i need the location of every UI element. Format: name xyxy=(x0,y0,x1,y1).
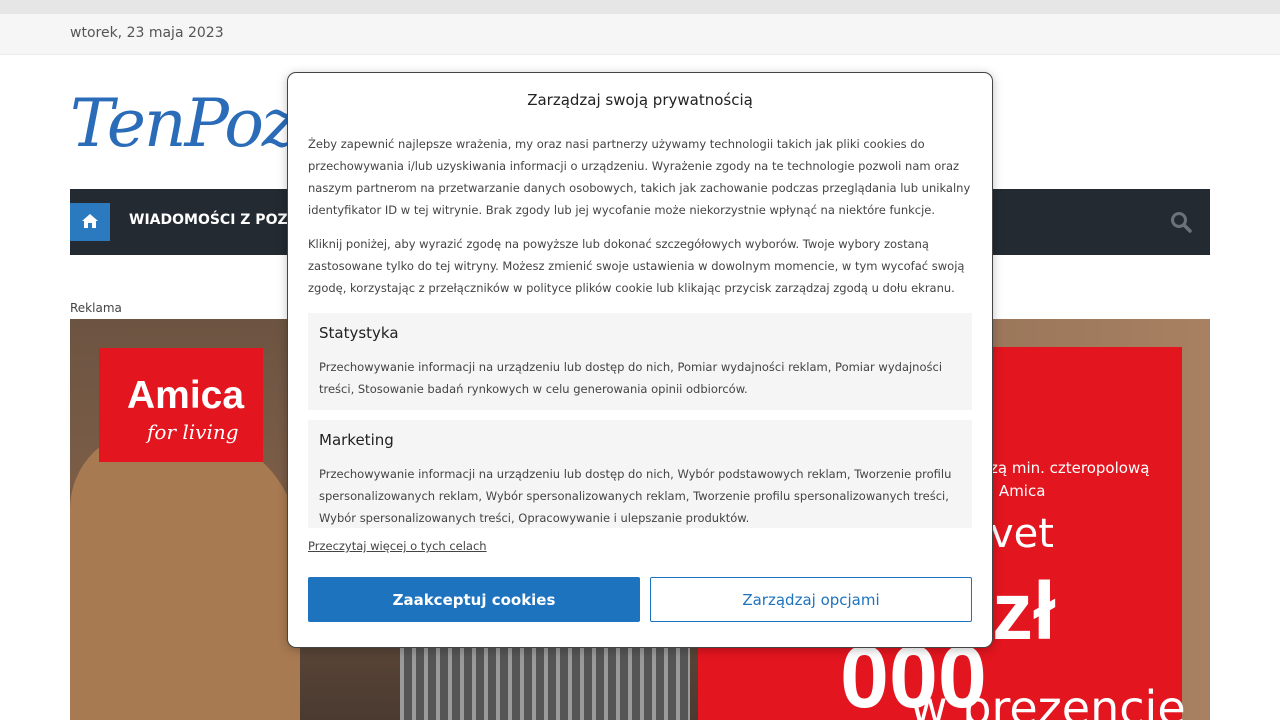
dialog-title: Zarządzaj swoją prywatnością xyxy=(527,91,753,109)
amica-brand: Amica xyxy=(127,374,245,417)
date-bar: wtorek, 23 maja 2023 xyxy=(0,14,1280,55)
consent-instructions-text: Kliknij poniżej, aby wyrazić zgodę na po… xyxy=(308,237,965,295)
ad-person-image xyxy=(70,429,300,720)
ad-promo-line: w prezencie xyxy=(910,681,1186,720)
ad-promo-currency: zł xyxy=(992,566,1056,657)
category-statistics[interactable]: Statystyka Przechowywanie informacji na … xyxy=(308,313,972,410)
current-date: wtorek, 23 maja 2023 xyxy=(70,25,224,41)
category-title: Marketing xyxy=(319,431,394,449)
category-description: Przechowywanie informacji na urządzeniu … xyxy=(319,360,943,396)
consent-intro-text: Żeby zapewnić najlepsze wrażenia, my ora… xyxy=(308,137,971,217)
category-title: Statystyka xyxy=(319,324,399,342)
ad-promo-line: i Amica xyxy=(990,482,1046,500)
ad-promo-line: vet xyxy=(990,511,1054,557)
read-more-link[interactable]: Przeczytaj więcej o tych celach xyxy=(308,539,487,553)
accept-cookies-button[interactable]: Zaakceptuj cookies xyxy=(308,577,640,622)
ad-promo-line: zą min. czteropolową xyxy=(990,459,1150,477)
top-strip xyxy=(0,0,1280,14)
category-marketing[interactable]: Marketing Przechowywanie informacji na u… xyxy=(308,420,972,528)
amica-logo: Amica for living xyxy=(99,348,263,462)
home-icon xyxy=(82,214,98,228)
category-description: Przechowywanie informacji na urządzeniu … xyxy=(319,467,952,525)
ad-label: Reklama xyxy=(70,301,122,315)
search-icon[interactable] xyxy=(1170,211,1192,233)
cookie-consent-dialog: Zarządzaj swoją prywatnością Żeby zapewn… xyxy=(287,72,993,648)
amica-tagline: for living xyxy=(147,420,239,444)
home-button[interactable] xyxy=(70,203,110,241)
manage-options-button[interactable]: Zarządzaj opcjami xyxy=(650,577,972,622)
